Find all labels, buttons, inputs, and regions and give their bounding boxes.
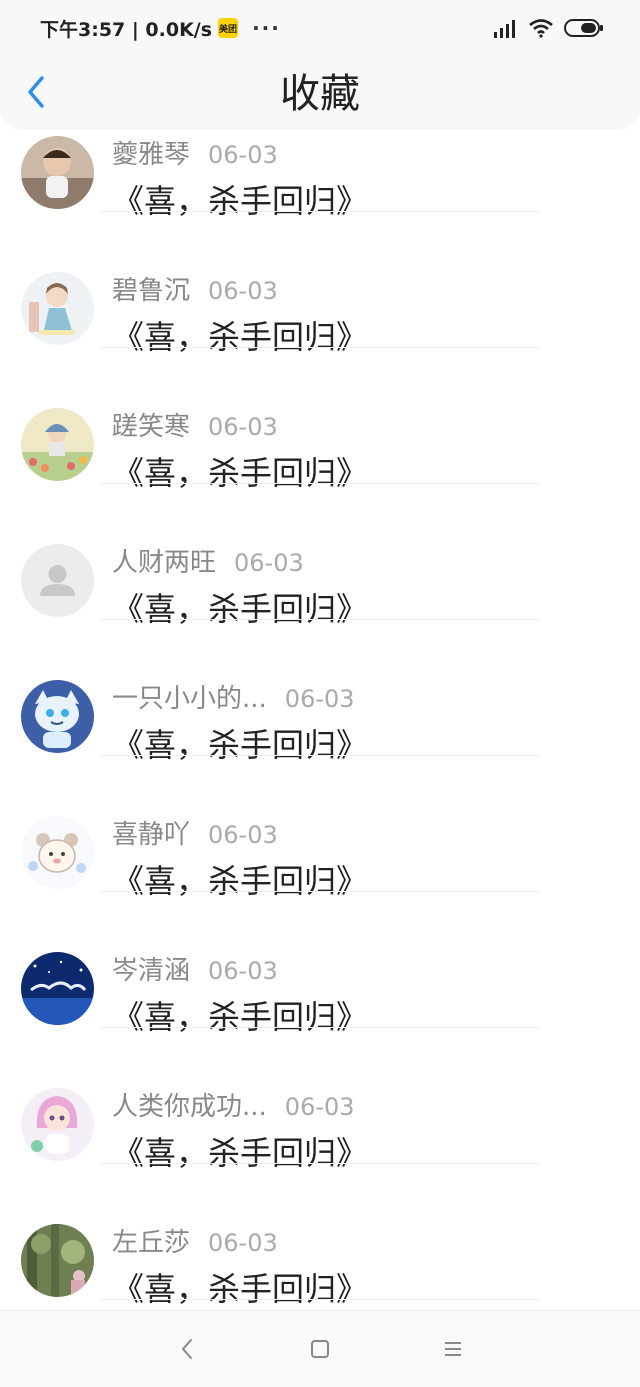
avatar[interactable] xyxy=(21,272,94,345)
avatar[interactable] xyxy=(21,544,94,617)
list-item[interactable]: 岑清涵 06-03 《喜，杀手回归》 xyxy=(0,892,640,1036)
cartoon-creature-image xyxy=(21,680,94,753)
top-navigation-bar: 收藏 xyxy=(0,56,640,128)
item-meta: 蹉笑寒 06-03 xyxy=(112,406,278,443)
username[interactable]: 夔雅琴 xyxy=(112,134,190,171)
list-item[interactable]: 碧鲁沉 06-03 《喜，杀手回归》 xyxy=(0,212,640,356)
list-item[interactable]: 左丘莎 06-03 《喜，杀手回归》 xyxy=(0,1164,640,1308)
status-time-speed: 下午3:57 | 0.0K/s xyxy=(40,18,213,41)
favorite-content[interactable]: 《喜，杀手回归》 xyxy=(112,1264,368,1310)
photo-garden-image xyxy=(21,1224,94,1297)
list-item[interactable]: 一只小小的... 06-03 《喜，杀手回归》 xyxy=(0,620,640,764)
list-item[interactable]: 喜静吖 06-03 《喜，杀手回归》 xyxy=(0,756,640,900)
date: 06-03 xyxy=(234,549,304,577)
item-meta: 人类你成功... 06-03 xyxy=(112,1086,355,1123)
status-bar: 下午3:57 | 0.0K/s 美团 ··· xyxy=(0,0,640,56)
menu-icon xyxy=(445,1342,462,1356)
avatar[interactable] xyxy=(21,136,94,209)
system-navigation-bar xyxy=(0,1310,640,1387)
date: 06-03 xyxy=(208,277,278,305)
meituan-app-icon: 美团 xyxy=(218,18,239,38)
item-meta: 左丘莎 06-03 xyxy=(112,1222,278,1259)
list-item[interactable]: 人类你成功... 06-03 《喜，杀手回归》 xyxy=(0,1028,640,1172)
square-icon xyxy=(310,1340,329,1358)
item-meta: 岑清涵 06-03 xyxy=(112,950,278,987)
cartoon-bear-image xyxy=(21,816,94,889)
date: 06-03 xyxy=(208,141,278,169)
avatar[interactable] xyxy=(21,816,94,889)
illustration-girl-image xyxy=(21,272,94,345)
doll-girl-image xyxy=(21,1088,94,1161)
illustration-flowers-image xyxy=(21,408,94,481)
item-meta: 喜静吖 06-03 xyxy=(112,814,278,851)
default-avatar-icon xyxy=(21,544,94,617)
divider xyxy=(100,1299,540,1300)
date: 06-03 xyxy=(208,1229,278,1257)
more-notifications-icon: ··· xyxy=(252,16,281,40)
username[interactable]: 一只小小的... xyxy=(112,678,267,715)
status-left: 下午3:57 | 0.0K/s 美团 ··· xyxy=(40,15,281,42)
nav-menu-button[interactable] xyxy=(433,1329,473,1369)
avatar[interactable] xyxy=(21,952,94,1025)
chevron-left-icon xyxy=(181,1339,192,1359)
item-meta: 一只小小的... 06-03 xyxy=(112,678,355,715)
username[interactable]: 左丘莎 xyxy=(112,1222,190,1259)
username[interactable]: 喜静吖 xyxy=(112,814,190,851)
date: 06-03 xyxy=(208,413,278,441)
status-right xyxy=(492,18,604,38)
date: 06-03 xyxy=(208,821,278,849)
battery-icon xyxy=(564,19,603,37)
list-item[interactable]: 蹉笑寒 06-03 《喜，杀手回归》 xyxy=(0,348,640,492)
favorites-list: 夔雅琴 06-03 《喜，杀手回归》 碧鲁沉 06-03 《喜，杀手回归》 蹉笑… xyxy=(0,128,640,1310)
item-meta: 碧鲁沉 06-03 xyxy=(112,270,278,307)
nav-home-button[interactable] xyxy=(300,1329,340,1369)
signal-icon xyxy=(494,20,515,38)
avatar[interactable] xyxy=(21,408,94,481)
wifi-icon xyxy=(529,19,553,38)
night-sky-image xyxy=(21,952,94,1025)
date: 06-03 xyxy=(284,1093,355,1121)
avatar[interactable] xyxy=(21,1224,94,1297)
username[interactable]: 碧鲁沉 xyxy=(112,270,190,307)
favorites-list-inner: 夔雅琴 06-03 《喜，杀手回归》 碧鲁沉 06-03 《喜，杀手回归》 蹉笑… xyxy=(0,128,640,1308)
avatar[interactable] xyxy=(21,1088,94,1161)
username[interactable]: 人类你成功... xyxy=(112,1086,267,1123)
photo-child-image xyxy=(21,136,94,209)
nav-back-button[interactable] xyxy=(167,1329,207,1369)
date: 06-03 xyxy=(284,685,355,713)
username[interactable]: 蹉笑寒 xyxy=(112,406,190,443)
page-title: 收藏 xyxy=(280,71,360,117)
list-item[interactable]: 夔雅琴 06-03 《喜，杀手回归》 xyxy=(0,128,640,220)
item-meta: 夔雅琴 06-03 xyxy=(112,134,278,171)
avatar[interactable] xyxy=(21,680,94,753)
list-item[interactable]: 人财两旺 06-03 《喜，杀手回归》 xyxy=(0,484,640,628)
date: 06-03 xyxy=(208,957,278,985)
username[interactable]: 岑清涵 xyxy=(112,950,190,987)
username[interactable]: 人财两旺 xyxy=(112,542,216,579)
item-meta: 人财两旺 06-03 xyxy=(112,542,304,579)
